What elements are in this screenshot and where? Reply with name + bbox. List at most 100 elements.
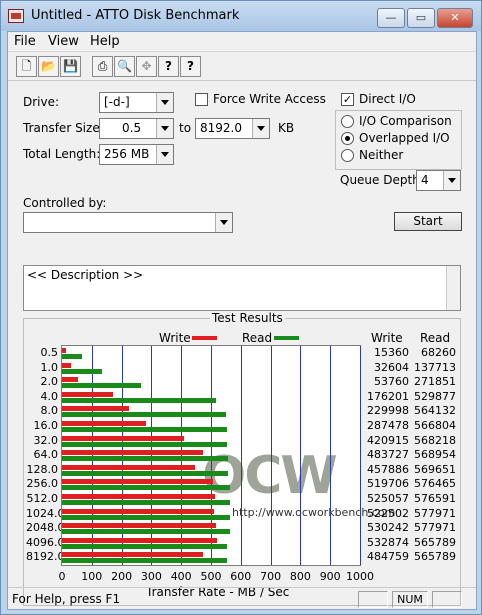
status-bar: For Help, press F1 NUM	[8, 587, 476, 609]
overlapped-io-label: Overlapped I/O	[359, 131, 450, 145]
transfer-from-value: 0.5	[122, 121, 142, 135]
print-preview-icon[interactable]: 🔍	[114, 56, 135, 77]
grid-line	[300, 346, 301, 565]
controlled-by-select[interactable]	[23, 212, 233, 233]
description-scrollbar[interactable]	[446, 266, 460, 310]
chevron-down-icon[interactable]	[215, 213, 232, 232]
transfer-size-row-label: 8192.0	[26, 550, 65, 564]
close-button[interactable]: ✕	[437, 8, 473, 28]
write-value: 530242	[367, 521, 409, 535]
read-bar	[62, 529, 231, 535]
ocw-watermark-logo: OCW	[202, 446, 338, 506]
print-icon[interactable]: ⎙	[92, 56, 113, 77]
menu-view[interactable]: View	[48, 34, 79, 49]
read-value: 564132	[414, 404, 456, 418]
write-value: 525057	[367, 492, 409, 505]
io-comparison-radio[interactable]	[341, 115, 354, 128]
chevron-down-icon[interactable]	[443, 171, 460, 190]
test-results-title: Test Results	[210, 311, 285, 325]
transfer-from-select[interactable]: 0.5	[99, 118, 174, 139]
transfer-size-row-label: 2.0	[40, 375, 59, 389]
save-icon[interactable]: 💾	[60, 56, 81, 77]
read-value: 577971	[414, 521, 456, 535]
start-button[interactable]: Start	[394, 212, 462, 231]
write-value: 53760	[374, 375, 409, 389]
transfer-size-row-label: 1024.0	[26, 506, 65, 520]
read-bar	[62, 500, 230, 505]
move-icon[interactable]: ✥	[136, 56, 157, 77]
direct-io-checkbox[interactable]: ✓	[341, 93, 354, 106]
read-value: 68260	[421, 346, 456, 359]
app-window: Untitled - ATTO Disk Benchmark — ▭ ✕ Fil…	[0, 0, 482, 615]
transfer-size-row-label: 4096.0	[26, 535, 65, 549]
read-value: 576591	[414, 492, 456, 505]
transfer-to-value: 8192.0	[200, 121, 242, 135]
chevron-down-icon[interactable]	[156, 93, 173, 112]
chevron-down-icon[interactable]	[156, 119, 173, 138]
transfer-size-row-label: 128.0	[26, 462, 59, 476]
grid-line	[330, 346, 331, 565]
write-bar	[62, 391, 114, 397]
write-value: 484759	[367, 550, 409, 564]
transfer-size-row-label: 256.0	[26, 477, 59, 491]
maximize-button[interactable]: ▭	[407, 8, 435, 28]
read-value: 565789	[414, 535, 456, 549]
write-value: 229998	[367, 404, 409, 418]
description-text: << Description >>	[27, 268, 144, 282]
write-value: 176201	[367, 389, 409, 403]
read-bar	[62, 368, 103, 374]
help-icon[interactable]: ?	[158, 56, 179, 77]
write-value: 519706	[367, 477, 409, 491]
write-bar	[62, 508, 215, 514]
read-legend-label: Read	[242, 331, 273, 345]
queue-depth-value: 4	[421, 173, 429, 187]
write-bar	[62, 479, 214, 485]
total-length-label: Total Length:	[23, 147, 101, 161]
write-value: 532874	[367, 535, 409, 549]
total-length-select[interactable]: 256 MB	[99, 144, 174, 165]
context-help-icon[interactable]: ?	[180, 56, 201, 77]
read-bar	[62, 354, 82, 359]
read-value: 577971	[414, 506, 456, 520]
read-value: 565789	[414, 550, 456, 564]
write-value: 420915	[367, 433, 409, 447]
read-bar	[62, 397, 217, 403]
read-bar	[62, 485, 230, 491]
write-legend-label: Write	[159, 331, 191, 345]
new-file-icon[interactable]: 🗋	[16, 56, 37, 77]
read-bar	[62, 456, 228, 462]
chevron-down-icon[interactable]	[156, 145, 173, 164]
transfer-rate-plot: OCW http://www.ocworkbench.com	[61, 345, 395, 566]
minimize-button[interactable]: —	[377, 8, 405, 28]
open-folder-icon[interactable]: 📂	[38, 56, 59, 77]
transfer-size-row-label: 512.0	[26, 492, 59, 505]
drive-label: Drive:	[23, 95, 60, 109]
description-box[interactable]: << Description >>	[23, 265, 461, 311]
status-pane-3	[432, 591, 462, 608]
force-write-label: Force Write Access	[213, 92, 326, 106]
neither-label: Neither	[359, 148, 404, 162]
force-write-checkbox[interactable]	[195, 93, 208, 106]
transfer-size-row-label: 1.0	[40, 360, 59, 374]
read-column-header: Read	[420, 331, 451, 345]
transfer-to-select[interactable]: 8192.0	[195, 118, 270, 139]
read-value: 529877	[414, 389, 456, 403]
queue-depth-select[interactable]: 4	[416, 170, 461, 191]
menu-help[interactable]: Help	[90, 34, 120, 49]
chevron-down-icon[interactable]	[252, 119, 269, 138]
neither-radio[interactable]	[341, 149, 354, 162]
toolbar: 🗋 📂 💾 ⎙ 🔍 ✥ ? ?	[8, 53, 476, 81]
drive-select[interactable]: [-d-]	[99, 92, 174, 113]
overlapped-io-radio[interactable]	[341, 132, 354, 145]
menu-file[interactable]: File	[14, 34, 36, 49]
read-value: 566804	[414, 419, 456, 432]
to-label: to	[179, 121, 192, 135]
write-legend-swatch	[192, 336, 217, 340]
read-value: 568218	[414, 433, 456, 447]
app-icon[interactable]	[8, 9, 24, 23]
read-legend-swatch	[274, 336, 299, 340]
grid-line	[241, 346, 242, 565]
write-bar	[62, 464, 196, 470]
title-bar[interactable]: Untitled - ATTO Disk Benchmark — ▭ ✕	[1, 1, 481, 31]
write-bar	[62, 450, 203, 456]
